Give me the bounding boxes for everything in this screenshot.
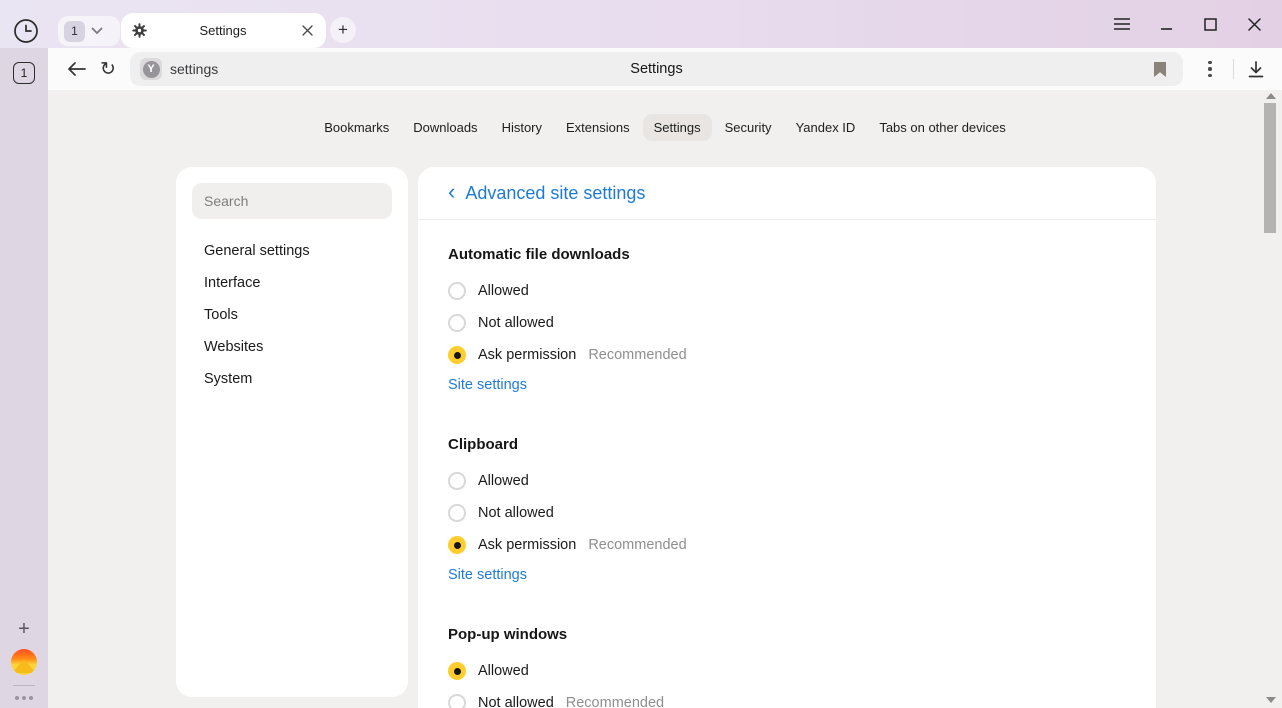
page-scrollbar[interactable] <box>1264 91 1278 705</box>
reload-icon[interactable]: ↻ <box>92 53 124 85</box>
new-tab-button[interactable]: + <box>330 17 356 43</box>
nav-yandex-id[interactable]: Yandex ID <box>785 114 867 141</box>
radio-label: Ask permission <box>478 347 576 363</box>
back-icon[interactable] <box>60 53 92 85</box>
toolbar-separator <box>1233 59 1234 79</box>
radio-label: Not allowed <box>478 505 554 521</box>
chevron-down-icon <box>91 27 103 35</box>
tab-group-count: 1 <box>64 21 85 42</box>
radio-option-ask-permission[interactable]: Ask permission Recommended <box>448 529 1126 561</box>
history-clock-icon[interactable] <box>10 15 42 47</box>
settings-sections: Automatic file downloads Allowed Not allow… <box>418 220 1156 708</box>
radio-selected-icon[interactable] <box>448 662 466 680</box>
settings-main-panel: ‹ Advanced site settings Automatic file … <box>418 167 1156 708</box>
radio-label: Not allowed <box>478 315 554 331</box>
nav-bookmarks[interactable]: Bookmarks <box>313 114 400 141</box>
settings-page: BookmarksDownloadsHistoryExtensionsSetti… <box>48 90 1282 708</box>
sidebar-item-websites[interactable]: Websites <box>192 331 392 363</box>
site-settings-link[interactable]: Site settings <box>448 567 527 583</box>
sidebar-item-interface[interactable]: Interface <box>192 267 392 299</box>
nav-tabs-on-other-devices[interactable]: Tabs on other devices <box>868 114 1016 141</box>
rail-divider <box>13 685 35 686</box>
page-title: Settings <box>130 61 1183 77</box>
minimize-button[interactable] <box>1150 8 1182 40</box>
radio-selected-icon[interactable] <box>448 536 466 554</box>
sidebar-item-system[interactable]: System <box>192 363 392 395</box>
rail-tab-counter[interactable]: 1 <box>13 62 35 84</box>
maximize-button[interactable] <box>1194 8 1226 40</box>
tab-settings[interactable]: Settings <box>121 13 326 48</box>
window-controls <box>1106 8 1270 40</box>
more-options-icon[interactable] <box>1197 56 1223 82</box>
tab-title: Settings <box>148 23 298 38</box>
browser-toolbar: ↻ Y settings Settings <box>48 48 1282 90</box>
section-clipboard: Clipboard Allowed Not allowed Ask permissio… <box>448 436 1126 584</box>
radio-option-allowed[interactable]: Allowed <box>448 275 1126 307</box>
scrollbar-thumb[interactable] <box>1264 103 1276 233</box>
section-pop-up-windows: Pop-up windows Allowed Not allowed Recommen… <box>448 626 1126 708</box>
radio-option-not-allowed[interactable]: Not allowed <box>448 497 1126 529</box>
radio-unselected-icon[interactable] <box>448 694 466 708</box>
radio-label: Ask permission <box>478 537 576 553</box>
tab-close-icon[interactable] <box>298 22 316 40</box>
search-input[interactable] <box>192 183 392 219</box>
menu-hamburger-icon[interactable] <box>1106 8 1138 40</box>
close-button[interactable] <box>1238 8 1270 40</box>
radio-option-not-allowed[interactable]: Not allowed <box>448 307 1126 339</box>
advanced-site-settings-title: Advanced site settings <box>465 183 645 204</box>
address-bar[interactable]: Y settings Settings <box>130 52 1183 86</box>
radio-unselected-icon[interactable] <box>448 504 466 522</box>
bookmark-icon[interactable] <box>1147 56 1173 82</box>
radio-label: Allowed <box>478 663 529 679</box>
left-rail: 1 + <box>0 48 48 708</box>
window-titlebar: 1 Settings <box>0 0 1282 48</box>
radio-unselected-icon[interactable] <box>448 282 466 300</box>
downloads-icon[interactable] <box>1240 53 1272 85</box>
site-settings-link[interactable]: Site settings <box>448 377 527 393</box>
sidebar-item-general-settings[interactable]: General settings <box>192 235 392 267</box>
site-favicon: Y <box>140 58 162 80</box>
radio-selected-icon[interactable] <box>448 346 466 364</box>
advanced-site-settings-header[interactable]: ‹ Advanced site settings <box>418 167 1156 220</box>
radio-option-not-allowed[interactable]: Not allowed Recommended <box>448 687 1126 708</box>
scroll-up-arrow[interactable] <box>1266 93 1276 99</box>
tab-group-chip[interactable]: 1 <box>58 16 120 46</box>
radio-option-allowed[interactable]: Allowed <box>448 465 1126 497</box>
section-title: Pop-up windows <box>448 626 1126 643</box>
settings-nav: BookmarksDownloadsHistoryExtensionsSetti… <box>313 114 1017 141</box>
nav-history[interactable]: History <box>491 114 553 141</box>
recommended-note: Recommended <box>588 347 686 363</box>
rail-more-icon[interactable] <box>15 696 33 700</box>
section-title: Automatic file downloads <box>448 246 1126 263</box>
radio-label: Allowed <box>478 283 529 299</box>
nav-extensions[interactable]: Extensions <box>555 114 641 141</box>
browser-window: 1 Settings <box>0 0 1282 708</box>
rail-add-icon[interactable]: + <box>18 619 30 639</box>
radio-unselected-icon[interactable] <box>448 314 466 332</box>
radio-unselected-icon[interactable] <box>448 472 466 490</box>
sidebar-list: General settingsInterfaceToolsWebsitesSy… <box>192 235 392 395</box>
section-title: Clipboard <box>448 436 1126 453</box>
nav-settings[interactable]: Settings <box>643 114 712 141</box>
back-chevron-icon: ‹ <box>448 181 455 203</box>
radio-label: Allowed <box>478 473 529 489</box>
radio-option-ask-permission[interactable]: Ask permission Recommended <box>448 339 1126 371</box>
address-text[interactable]: settings <box>170 61 218 77</box>
yandex-mail-icon[interactable] <box>11 649 37 675</box>
nav-security[interactable]: Security <box>714 114 783 141</box>
settings-sidebar: General settingsInterfaceToolsWebsitesSy… <box>176 167 408 697</box>
gear-icon <box>131 22 148 39</box>
nav-downloads[interactable]: Downloads <box>402 114 488 141</box>
radio-label: Not allowed <box>478 695 554 708</box>
recommended-note: Recommended <box>588 537 686 553</box>
scroll-down-arrow[interactable] <box>1266 697 1276 703</box>
sidebar-item-tools[interactable]: Tools <box>192 299 392 331</box>
recommended-note: Recommended <box>566 695 664 708</box>
section-automatic-file-downloads: Automatic file downloads Allowed Not allow… <box>448 246 1126 394</box>
radio-option-allowed[interactable]: Allowed <box>448 655 1126 687</box>
